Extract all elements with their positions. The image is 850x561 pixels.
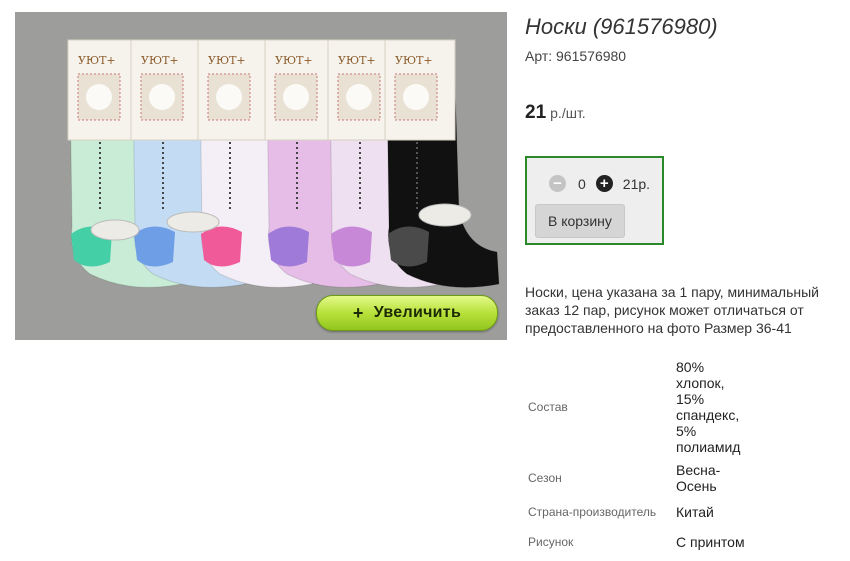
property-row: Страна-производитель Китай — [522, 499, 752, 525]
sock-heel — [134, 226, 175, 267]
zoom-button-label: Увеличить — [373, 304, 462, 321]
package-brand: УЮТ+ — [395, 54, 433, 67]
property-value: С принтом — [676, 534, 745, 550]
cotton-flower — [403, 84, 429, 110]
property-row: Рисунок С принтом — [522, 525, 752, 559]
package-brand: УЮТ+ — [275, 54, 313, 67]
cotton-flower — [149, 84, 175, 110]
property-label: Страна-производитель — [528, 505, 657, 519]
add-to-cart-button[interactable]: В корзину — [535, 204, 625, 238]
order-sum: 21р. — [622, 175, 651, 192]
product-image[interactable]: УЮТ+ УЮТ+ УЮТ+ УЮТ+ УЮТ+ УЮТ+ + Увеличить — [15, 12, 507, 340]
cotton-flower — [86, 84, 112, 110]
buy-box: − 0 + 21р. В корзину — [525, 156, 664, 245]
package-brand: УЮТ+ — [208, 54, 246, 67]
price-unit: р./шт. — [550, 105, 586, 121]
package-brand: УЮТ+ — [141, 54, 179, 67]
quantity-stepper: − 0 + 21р. — [549, 175, 650, 192]
property-value: Китай — [676, 504, 714, 520]
product-price: 21 р./шт. — [525, 102, 586, 124]
property-row: Состав 80% хлопок, 15% спандекс, 5% поли… — [522, 357, 752, 457]
sock-tag — [418, 203, 472, 227]
plus-circle-icon[interactable]: + — [595, 175, 613, 192]
property-label: Сезон — [528, 471, 562, 485]
product-description: Носки, цена указана за 1 пару, минимальн… — [525, 284, 819, 336]
cotton-flower — [346, 84, 372, 110]
property-row: Сезон Весна-Осень — [522, 457, 752, 499]
cotton-flower — [216, 84, 242, 110]
quantity-value: 0 — [578, 175, 586, 192]
sock-tag — [166, 211, 220, 233]
product-article: Арт: 961576980 — [525, 48, 627, 64]
socks-illustration: УЮТ+ УЮТ+ УЮТ+ УЮТ+ УЮТ+ УЮТ+ — [67, 39, 500, 288]
property-label: Состав — [528, 400, 568, 414]
property-value: Весна-Осень — [676, 462, 721, 494]
price-value: 21 — [525, 102, 547, 123]
sock-heel — [331, 226, 372, 267]
properties-table: Состав 80% хлопок, 15% спандекс, 5% поли… — [522, 357, 752, 559]
property-value: 80% хлопок, 15% спандекс, 5% полиамид — [676, 359, 741, 455]
plus-icon: + — [352, 302, 364, 323]
package-brand: УЮТ+ — [78, 54, 116, 67]
zoom-button[interactable]: + Увеличить — [316, 295, 498, 331]
cotton-flower — [283, 84, 309, 110]
package-brand: УЮТ+ — [338, 54, 376, 67]
sock-heel — [388, 226, 429, 267]
sock-heel — [201, 226, 242, 267]
minus-circle-icon[interactable]: − — [549, 175, 566, 192]
product-title: Носки (961576980) — [525, 14, 718, 39]
sock-tag — [90, 219, 140, 241]
property-label: Рисунок — [528, 535, 574, 549]
sock-heel — [268, 226, 309, 267]
